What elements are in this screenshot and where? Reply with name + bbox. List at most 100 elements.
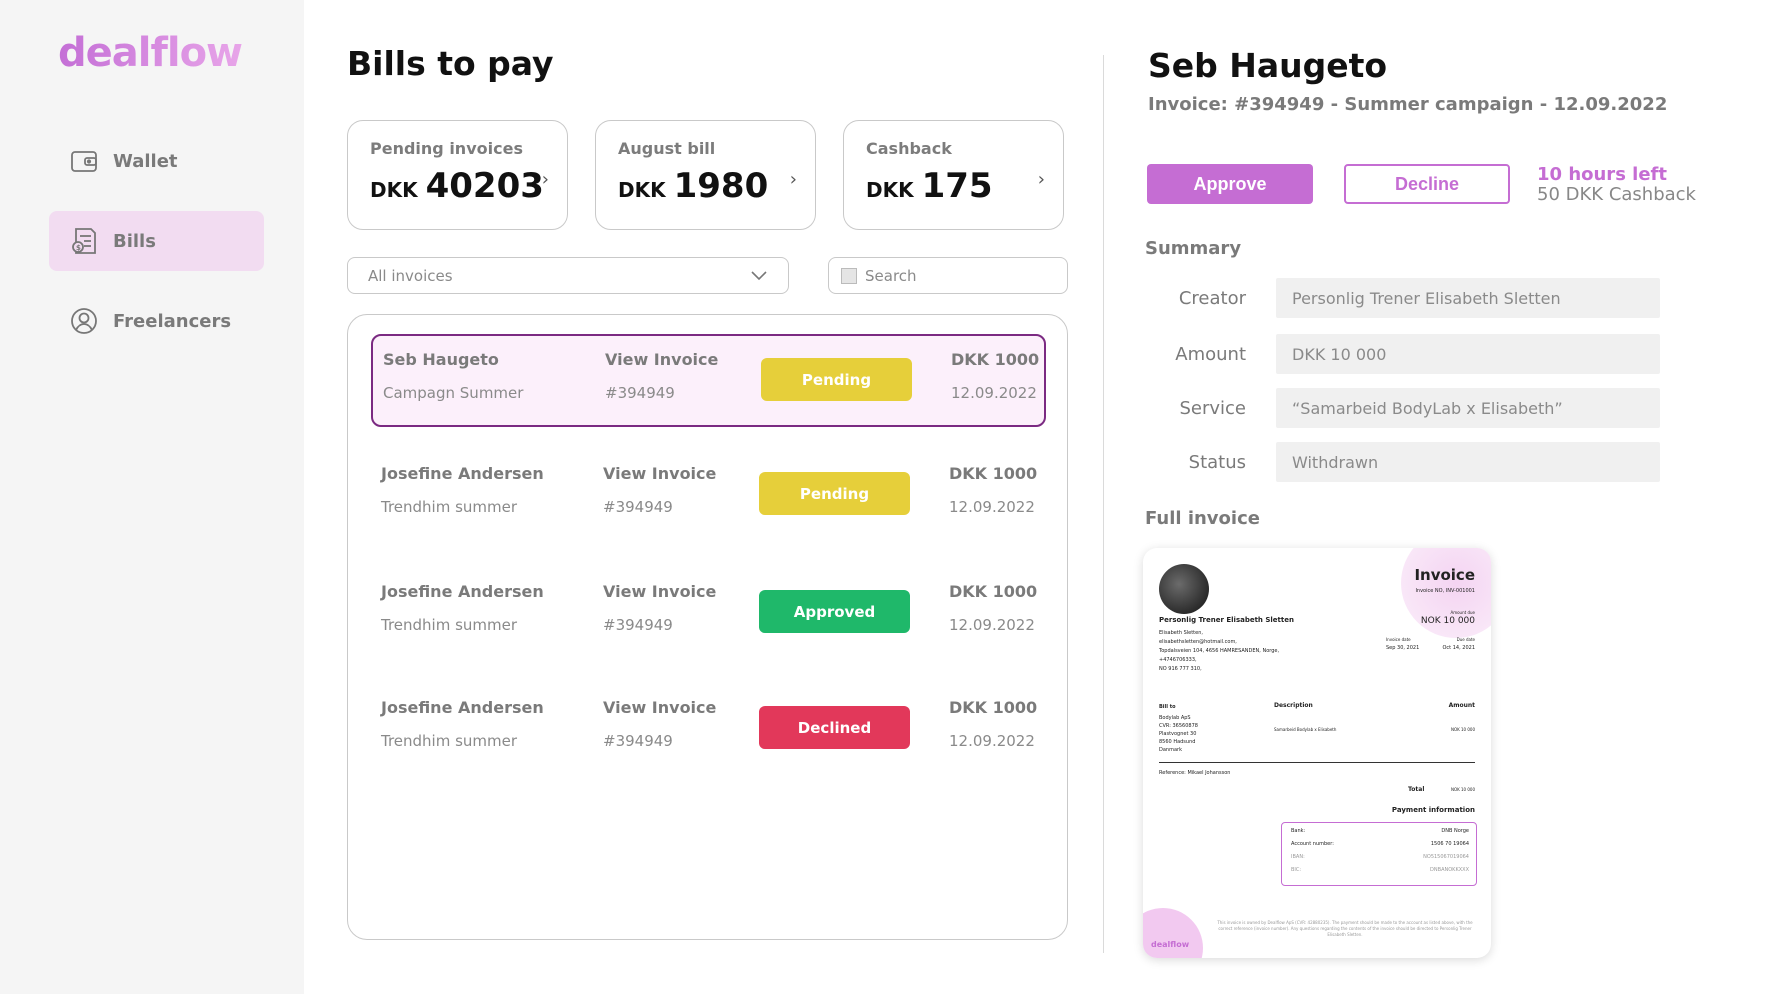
search-placeholder: Search	[865, 266, 917, 285]
stat-label: Pending invoices	[370, 139, 523, 158]
status-badge: Pending	[761, 358, 912, 401]
status-badge: Pending	[759, 472, 910, 515]
invoice-reference: Reference: Mikael Johansson	[1159, 770, 1231, 776]
field-value-status: Withdrawn	[1276, 442, 1660, 482]
approve-button[interactable]: Approve	[1147, 164, 1313, 204]
bill-date: 12.09.2022	[949, 498, 1035, 516]
search-input[interactable]: Search	[828, 257, 1068, 294]
stat-card-pending[interactable]: Pending invoices DKK 40203 ›	[347, 120, 568, 230]
bill-row[interactable]: Josefine Andersen Trendhim summer View I…	[371, 450, 1046, 543]
bill-to-line: CVR: 36560878	[1159, 723, 1198, 729]
stat-label: August bill	[618, 139, 716, 158]
sidebar-item-label: Freelancers	[113, 310, 232, 332]
brand-logo[interactable]: dealflow	[58, 30, 243, 76]
view-invoice-link[interactable]: View Invoice	[603, 464, 716, 483]
field-label-amount: Amount	[1175, 344, 1246, 365]
bill-to-line: Bodylab ApS	[1159, 715, 1191, 721]
issuer-line: elisabethsletten@hotmail.com,	[1159, 639, 1237, 645]
campaign-name: Trendhim summer	[381, 732, 518, 750]
invoice-divider	[1159, 762, 1475, 763]
stat-label: Cashback	[866, 139, 952, 158]
campaign-name: Trendhim summer	[381, 498, 518, 516]
bills-list: Seb Haugeto Campagn Summer View Invoice …	[347, 314, 1068, 940]
iban-value: NO515067019064	[1423, 854, 1469, 860]
bill-to-line: 8560 Hadsund	[1159, 739, 1196, 745]
issuer-name: Personlig Trener Elisabeth Sletten	[1159, 616, 1294, 624]
chevron-down-icon	[751, 270, 767, 280]
bill-to-line: Plastvognet 30	[1159, 731, 1197, 737]
full-invoice-heading: Full invoice	[1145, 508, 1260, 529]
cashback-text: 50 DKK Cashback	[1537, 184, 1696, 205]
view-invoice-link[interactable]: View Invoice	[605, 350, 718, 369]
invoice-filter-select[interactable]: All invoices	[347, 257, 789, 294]
amount-due: NOK 10 000	[1420, 616, 1475, 626]
issuer-line: +4746706333,	[1159, 657, 1197, 663]
stat-currency: DKK	[370, 178, 418, 202]
sidebar-item-bills[interactable]: $ Bills	[49, 211, 264, 271]
creator-name: Josefine Andersen	[381, 582, 544, 601]
summary-heading: Summary	[1145, 238, 1242, 259]
bill-amount: DKK 1000	[951, 350, 1040, 369]
sidebar-item-wallet[interactable]: Wallet	[49, 131, 264, 191]
status-badge: Approved	[759, 590, 910, 633]
chevron-right-icon: ›	[789, 169, 797, 190]
view-invoice-link[interactable]: View Invoice	[603, 582, 716, 601]
due-date: Oct 14, 2021	[1442, 645, 1476, 651]
detail-creator-name: Seb Haugeto	[1148, 46, 1388, 85]
invoice-decoration	[1143, 908, 1203, 958]
svg-text:$: $	[76, 244, 81, 252]
campaign-name: Campagn Summer	[383, 384, 524, 402]
bill-amount: DKK 1000	[949, 464, 1038, 483]
bank-label: Bank:	[1291, 828, 1306, 834]
stat-currency: DKK	[866, 178, 914, 202]
page-title: Bills to pay	[347, 44, 554, 83]
issuer-line: Elisabeth Sletten,	[1159, 630, 1203, 636]
due-date-label: Due date	[1456, 637, 1475, 642]
payment-info-label: Payment information	[1391, 806, 1475, 814]
bic-value: DNBANOKKXXX	[1430, 867, 1469, 873]
stat-value: DKK 175	[866, 166, 1041, 206]
sidebar-item-label: Wallet	[113, 150, 178, 172]
stat-card-august-bill[interactable]: August bill DKK 1980 ›	[595, 120, 816, 230]
stat-value: DKK 40203	[370, 166, 545, 206]
account-label: Account number:	[1291, 841, 1334, 847]
bills-icon: $	[72, 228, 96, 254]
stat-value: DKK 1980	[618, 166, 793, 206]
sidebar-item-freelancers[interactable]: Freelancers	[49, 291, 264, 351]
creator-name: Josefine Andersen	[381, 464, 544, 483]
bill-date: 12.09.2022	[949, 616, 1035, 634]
invoice-date-label: Invoice date	[1386, 637, 1411, 642]
description-label: Description	[1274, 702, 1313, 709]
avatar	[1159, 564, 1209, 614]
filter-selected-value: All invoices	[368, 266, 453, 285]
user-circle-icon	[71, 308, 97, 334]
amount-due-label: Amount due	[1450, 610, 1475, 615]
invoice-number: Invoice NO, INV-001001	[1415, 588, 1475, 594]
bill-row[interactable]: Josefine Andersen Trendhim summer View I…	[371, 568, 1046, 661]
decline-button[interactable]: Decline	[1344, 164, 1510, 204]
powered-by-logo: dealflow	[1151, 940, 1190, 949]
field-label-service: Service	[1179, 398, 1246, 419]
bill-date: 12.09.2022	[951, 384, 1037, 402]
invoice-date: Sep 30, 2021	[1386, 645, 1420, 651]
issuer-line: Topdalsveien 104, 4656 HAMRESANDEN, Norg…	[1159, 648, 1280, 654]
invoice-heading: Invoice	[1414, 566, 1475, 584]
invoice-footer: This invoice is owned by Dealflow ApS (C…	[1217, 920, 1473, 937]
stat-card-cashback[interactable]: Cashback DKK 175 ›	[843, 120, 1064, 230]
sidebar: dealflow Wallet $ Bills Freelancers	[0, 0, 304, 994]
invoice-number: #394949	[603, 498, 673, 516]
field-value-creator: Personlig Trener Elisabeth Sletten	[1276, 278, 1660, 318]
wallet-icon	[71, 151, 97, 172]
invoice-preview[interactable]: Invoice Invoice NO, INV-001001 Amount du…	[1143, 548, 1491, 958]
view-invoice-link[interactable]: View Invoice	[603, 698, 716, 717]
bill-row[interactable]: Josefine Andersen Trendhim summer View I…	[371, 684, 1046, 777]
chevron-right-icon: ›	[1037, 169, 1045, 190]
field-value-amount: DKK 10 000	[1276, 334, 1660, 374]
status-badge: Declined	[759, 706, 910, 749]
account-value: 1506 70 19064	[1430, 841, 1469, 847]
chevron-right-icon: ›	[541, 169, 549, 190]
bill-row[interactable]: Seb Haugeto Campagn Summer View Invoice …	[371, 334, 1046, 427]
bill-date: 12.09.2022	[949, 732, 1035, 750]
bill-amount: DKK 1000	[949, 582, 1038, 601]
panel-divider	[1103, 55, 1104, 953]
